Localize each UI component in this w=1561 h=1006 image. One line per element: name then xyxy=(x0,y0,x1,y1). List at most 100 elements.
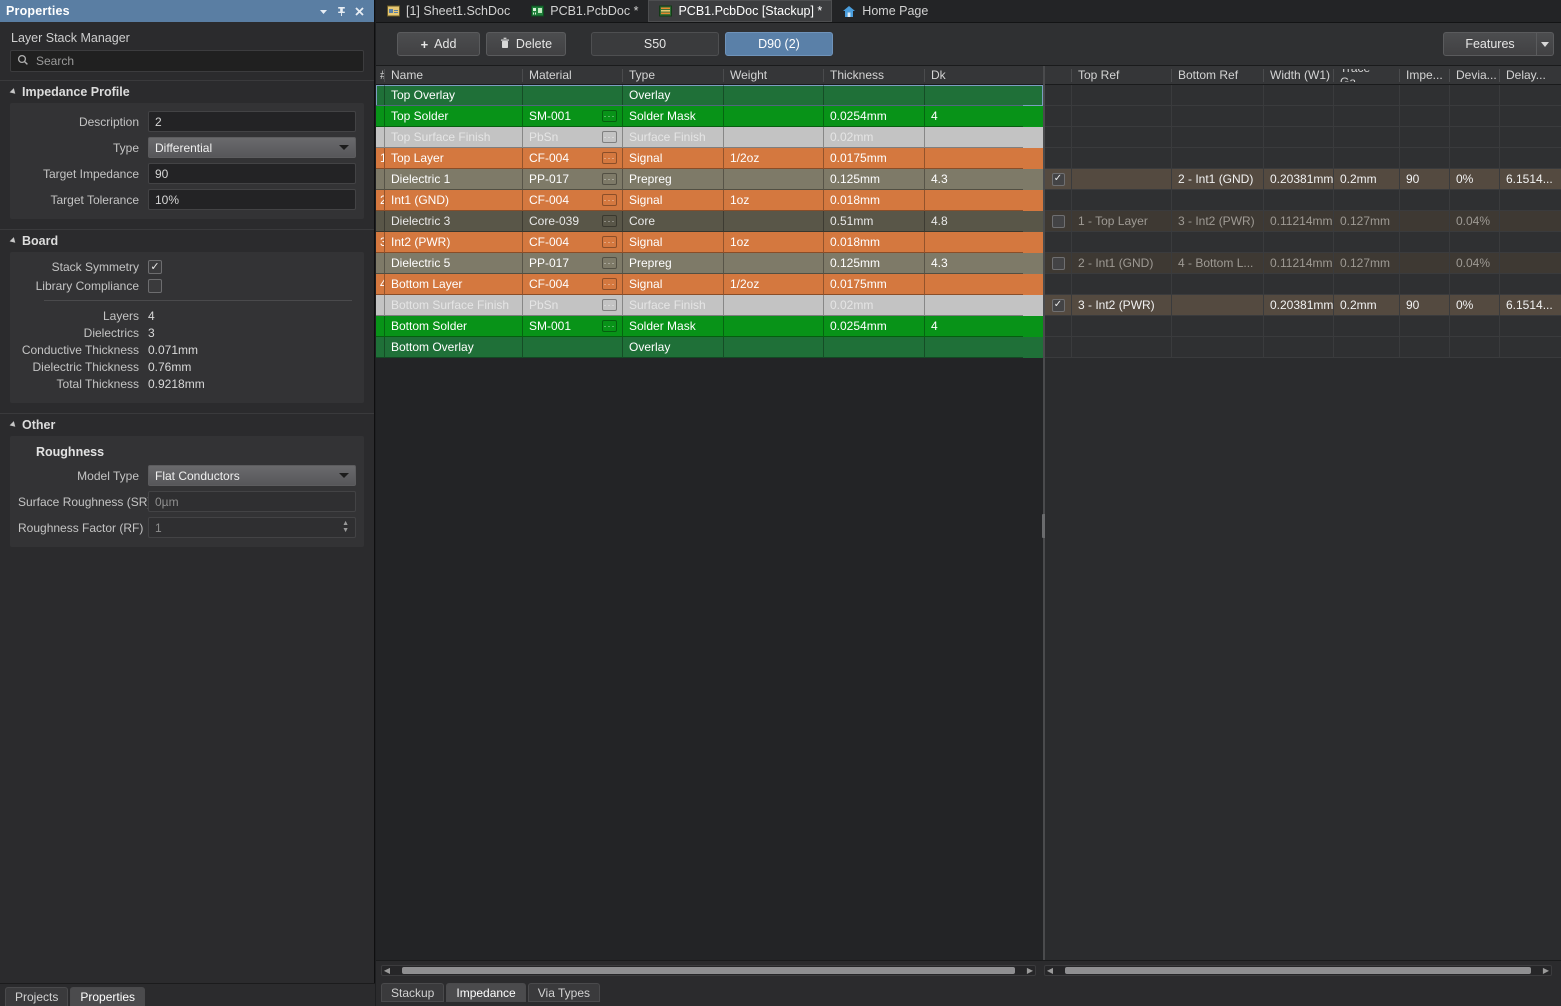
column-header-top-ref[interactable]: Top Ref xyxy=(1072,69,1172,82)
layer-type[interactable]: Surface Finish xyxy=(623,295,724,316)
document-tab-home-page[interactable]: Home Page xyxy=(832,0,938,22)
material-browse-icon[interactable]: ··· xyxy=(602,173,617,185)
layer-material[interactable] xyxy=(523,337,623,358)
impedance-top-ref[interactable]: 1 - Top Layer xyxy=(1072,211,1172,232)
layer-name[interactable]: Top Surface Finish xyxy=(385,127,523,148)
layer-thickness[interactable]: 0.02mm xyxy=(824,127,925,148)
column-header-type[interactable]: Type xyxy=(623,69,724,82)
layer-thickness[interactable] xyxy=(824,337,925,358)
close-icon[interactable] xyxy=(350,2,368,20)
layer-number[interactable]: 3 xyxy=(376,232,385,253)
impedance-top-ref[interactable] xyxy=(1072,274,1172,295)
impedance-top-ref[interactable] xyxy=(1072,316,1172,337)
table-row[interactable]: ✓2 - Int1 (GND)0.20381mm0.2mm900%6.1514.… xyxy=(1045,169,1561,190)
impedance-bottom-ref[interactable] xyxy=(1172,127,1264,148)
impedance-enable-cell[interactable] xyxy=(1045,211,1072,232)
impedance-delay[interactable] xyxy=(1500,253,1561,274)
impedance-trace-gap[interactable]: 0.2mm xyxy=(1334,295,1400,316)
select-type[interactable]: Differential xyxy=(148,137,356,158)
impedance-bottom-ref[interactable] xyxy=(1172,337,1264,358)
layer-thickness[interactable]: 0.125mm xyxy=(824,253,925,274)
checkbox-impedance-enable[interactable]: ✓ xyxy=(1052,299,1065,312)
layer-thickness[interactable]: 0.0175mm xyxy=(824,274,925,295)
search-input[interactable] xyxy=(36,54,357,68)
impedance-top-ref[interactable] xyxy=(1072,85,1172,106)
impedance-width[interactable] xyxy=(1264,316,1334,337)
layer-material[interactable]: CF-004··· xyxy=(523,274,623,295)
layer-dk[interactable] xyxy=(925,148,1023,169)
impedance-top-ref[interactable] xyxy=(1072,190,1172,211)
layer-dk[interactable]: 4 xyxy=(925,106,1023,127)
impedance-value[interactable] xyxy=(1400,106,1450,127)
layer-dk[interactable] xyxy=(925,85,1023,106)
material-browse-icon[interactable]: ··· xyxy=(602,299,617,311)
layer-name[interactable]: Top Layer xyxy=(385,148,523,169)
layer-number[interactable] xyxy=(376,337,385,358)
layer-material[interactable]: SM-001··· xyxy=(523,106,623,127)
impedance-delay[interactable]: 6.1514... xyxy=(1500,169,1561,190)
material-browse-icon[interactable]: ··· xyxy=(602,278,617,290)
impedance-width[interactable] xyxy=(1264,274,1334,295)
horizontal-scrollbar-stack[interactable]: ◀ ▶ xyxy=(381,965,1036,976)
table-row[interactable]: ✓3 - Int2 (PWR)0.20381mm0.2mm900%6.1514.… xyxy=(1045,295,1561,316)
table-row[interactable]: Dielectric 5PP-017···Prepreg0.125mm4.3 xyxy=(376,253,1043,274)
impedance-value[interactable] xyxy=(1400,316,1450,337)
layer-number[interactable] xyxy=(376,127,385,148)
layer-name[interactable]: Top Solder xyxy=(385,106,523,127)
layer-material[interactable] xyxy=(523,85,623,106)
layer-name[interactable]: Bottom Layer xyxy=(385,274,523,295)
tab-via-types[interactable]: Via Types xyxy=(528,983,600,1002)
column-header-material[interactable]: Material xyxy=(523,69,623,82)
layer-number[interactable] xyxy=(376,316,385,337)
table-row[interactable]: Top SolderSM-001···Solder Mask0.0254mm4 xyxy=(376,106,1043,127)
impedance-trace-gap[interactable] xyxy=(1334,85,1400,106)
layer-weight[interactable] xyxy=(724,85,824,106)
table-row[interactable]: 1Top LayerCF-004···Signal1/2oz0.0175mm xyxy=(376,148,1043,169)
layer-weight[interactable]: 1/2oz xyxy=(724,148,824,169)
layer-type[interactable]: Prepreg xyxy=(623,169,724,190)
material-browse-icon[interactable]: ··· xyxy=(602,215,617,227)
impedance-deviation[interactable]: 0.04% xyxy=(1450,211,1500,232)
impedance-bottom-ref[interactable]: 3 - Int2 (PWR) xyxy=(1172,211,1264,232)
pin-icon[interactable] xyxy=(332,2,350,20)
impedance-value[interactable]: 90 xyxy=(1400,295,1450,316)
impedance-top-ref[interactable] xyxy=(1072,169,1172,190)
layer-type[interactable]: Solder Mask xyxy=(623,106,724,127)
select-model-type[interactable]: Flat Conductors xyxy=(148,465,356,486)
column-header-name[interactable]: Name xyxy=(385,69,523,82)
table-row[interactable]: 2Int1 (GND)CF-004···Signal1oz0.018mm xyxy=(376,190,1043,211)
scrollbar-thumb[interactable] xyxy=(1065,967,1531,974)
section-header-board[interactable]: Board xyxy=(0,229,374,252)
layer-number[interactable] xyxy=(376,169,385,190)
impedance-delay[interactable] xyxy=(1500,127,1561,148)
impedance-bottom-ref[interactable] xyxy=(1172,232,1264,253)
impedance-delay[interactable] xyxy=(1500,232,1561,253)
table-row[interactable]: 2 - Int1 (GND)4 - Bottom L...0.11214mm0.… xyxy=(1045,253,1561,274)
layer-name[interactable]: Dielectric 3 xyxy=(385,211,523,232)
document-tab-sheet1-schdoc[interactable]: [1] Sheet1.SchDoc xyxy=(376,0,520,22)
layer-dk[interactable] xyxy=(925,127,1023,148)
impedance-enable-cell[interactable] xyxy=(1045,106,1072,127)
input-target-impedance[interactable]: 90 xyxy=(148,163,356,184)
table-row[interactable] xyxy=(1045,232,1561,253)
checkbox-impedance-enable[interactable] xyxy=(1052,215,1065,228)
layer-material[interactable]: SM-001··· xyxy=(523,316,623,337)
column-header-weight[interactable]: Weight xyxy=(724,69,824,82)
table-row[interactable] xyxy=(1045,85,1561,106)
impedance-deviation[interactable] xyxy=(1450,148,1500,169)
material-browse-icon[interactable]: ··· xyxy=(602,194,617,206)
impedance-deviation[interactable] xyxy=(1450,106,1500,127)
impedance-deviation[interactable] xyxy=(1450,190,1500,211)
impedance-enable-cell[interactable] xyxy=(1045,316,1072,337)
column-header-impedance[interactable]: Impe... xyxy=(1400,69,1450,82)
table-row[interactable]: Dielectric 3Core-039···Core0.51mm4.8 xyxy=(376,211,1043,232)
input-description[interactable]: 2 xyxy=(148,111,356,132)
impedance-trace-gap[interactable]: 0.127mm xyxy=(1334,211,1400,232)
layer-weight[interactable]: 1/2oz xyxy=(724,274,824,295)
impedance-top-ref[interactable] xyxy=(1072,127,1172,148)
material-browse-icon[interactable]: ··· xyxy=(602,257,617,269)
table-row[interactable]: Top Surface FinishPbSn···Surface Finish0… xyxy=(376,127,1043,148)
layer-dk[interactable] xyxy=(925,295,1023,316)
layer-thickness[interactable]: 0.0175mm xyxy=(824,148,925,169)
impedance-width[interactable]: 0.11214mm xyxy=(1264,253,1334,274)
